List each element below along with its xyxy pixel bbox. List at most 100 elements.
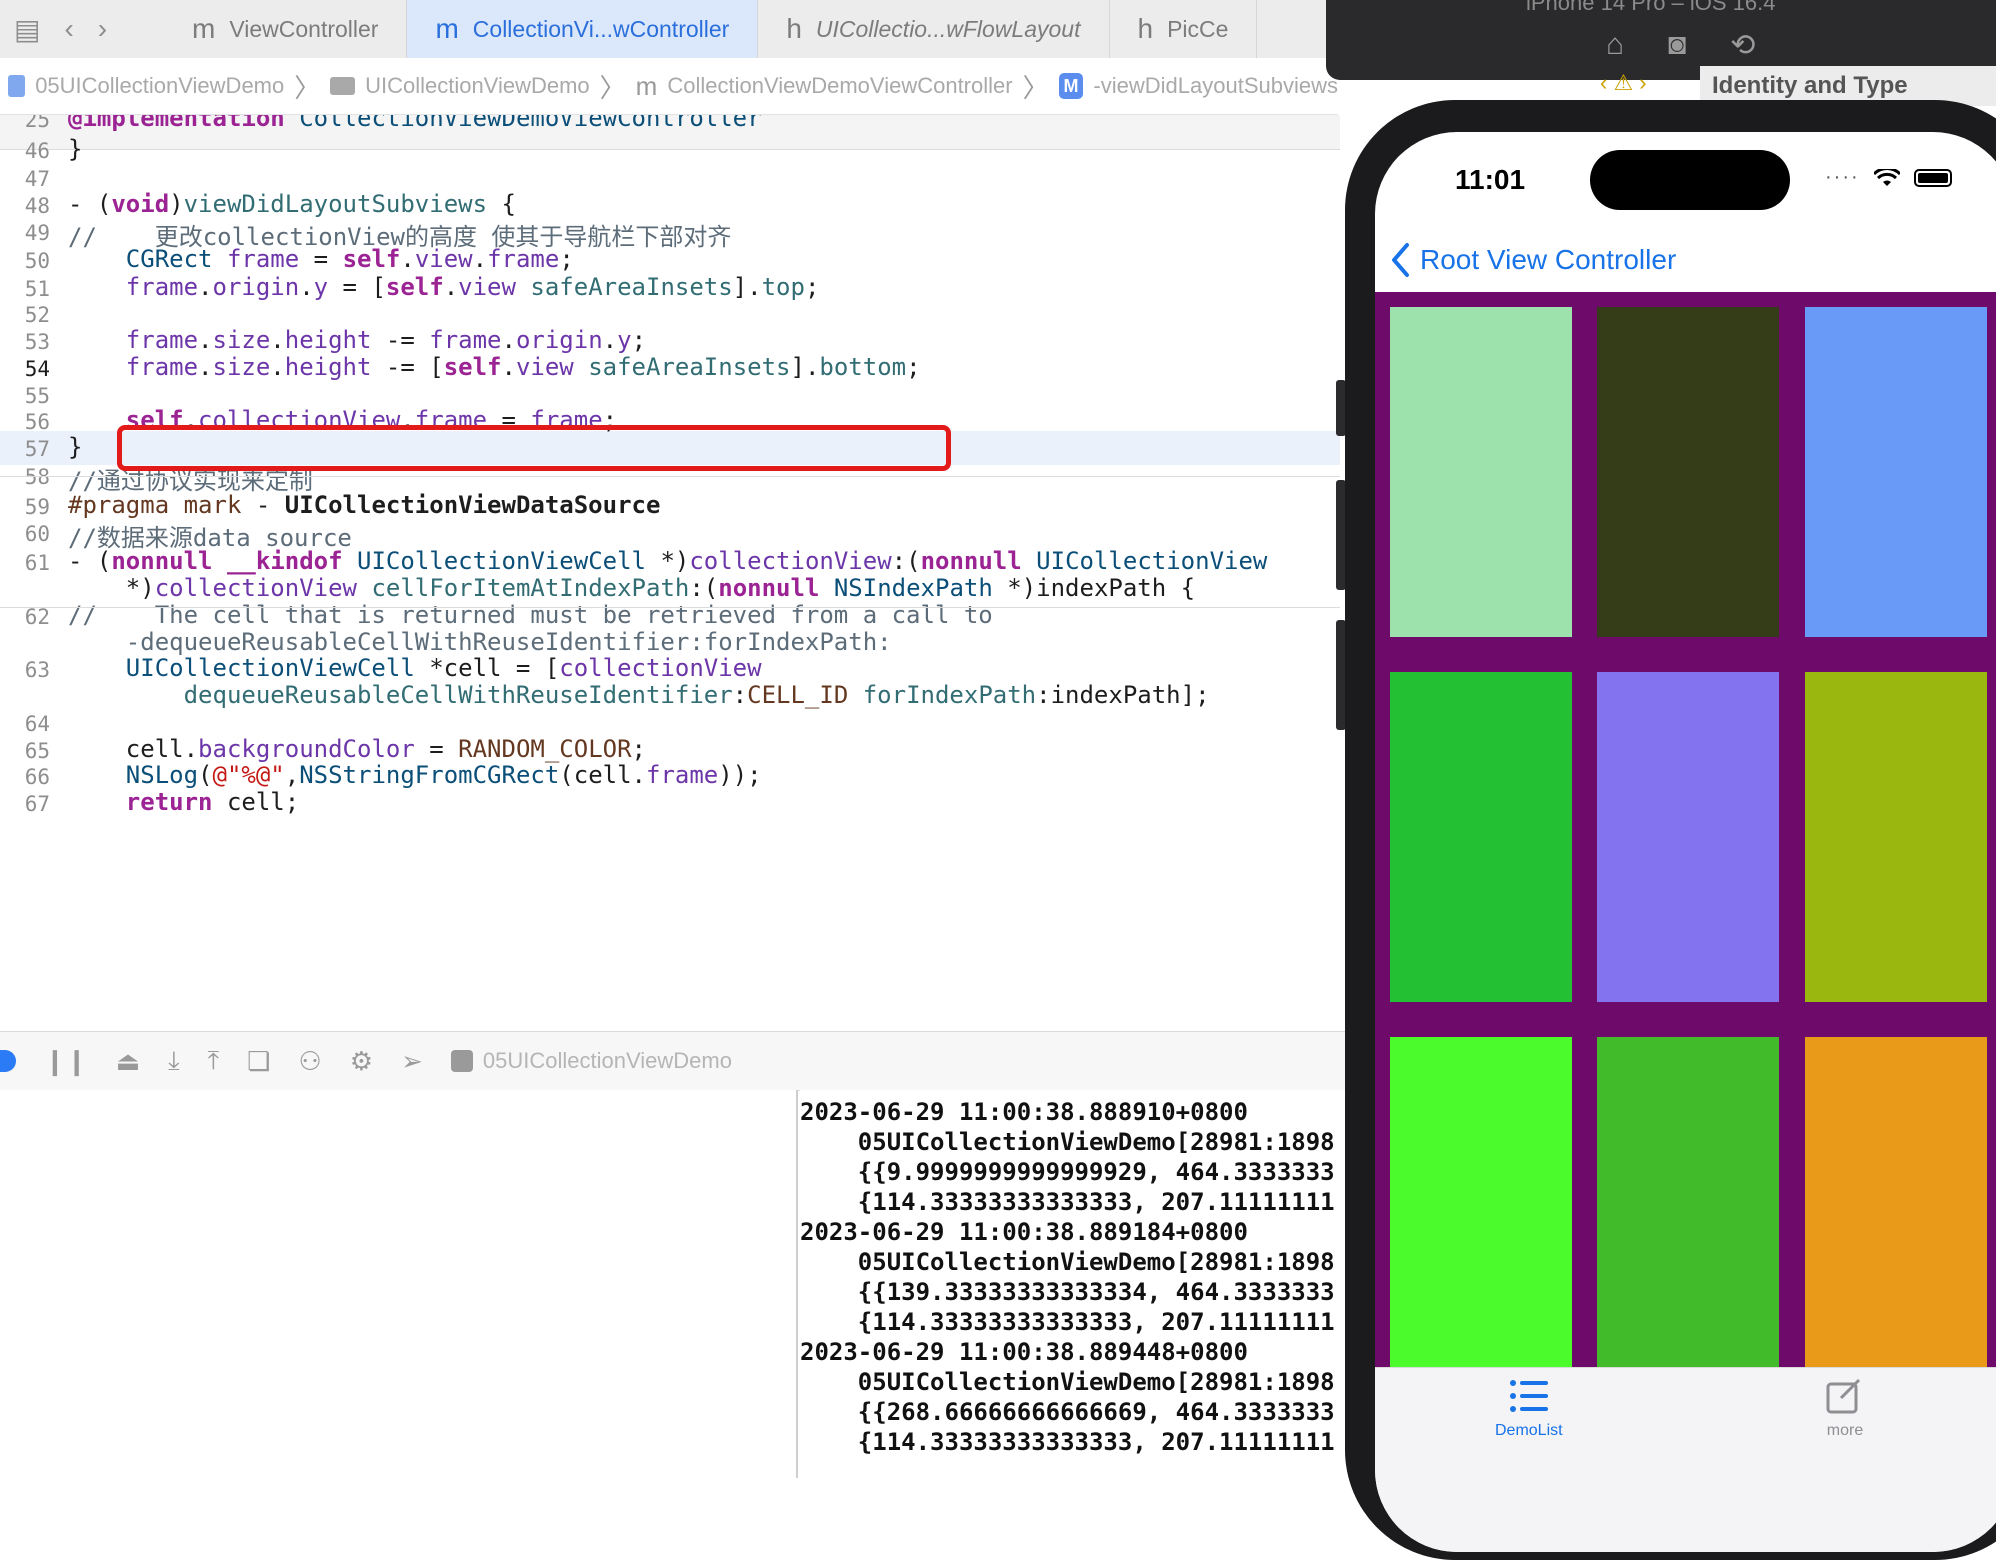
line-number: 25 bbox=[24, 115, 50, 132]
compose-icon bbox=[1826, 1378, 1861, 1414]
back-chevron-icon[interactable] bbox=[1389, 242, 1411, 278]
status-time: 11:01 bbox=[1455, 164, 1526, 195]
line-number: 46 bbox=[24, 139, 50, 163]
breadcrumb-group[interactable]: UICollectionViewDemo bbox=[365, 73, 590, 99]
code-line: - (void)viewDidLayoutSubviews { bbox=[68, 190, 516, 218]
code-line: } bbox=[68, 433, 83, 461]
navigation-bar: Root View Controller bbox=[1375, 232, 1996, 292]
collection-cell[interactable] bbox=[1390, 307, 1572, 637]
editor-tab-label: ViewController bbox=[229, 15, 379, 42]
code-line: -dequeueReusableCellWithReuseIdentifier:… bbox=[68, 628, 892, 656]
code-line: frame.size.height -= [self.view safeArea… bbox=[125, 353, 921, 381]
line-number: 53 bbox=[24, 330, 50, 354]
code-line: NSLog(@"%@",NSStringFromCGRect(cell.fram… bbox=[125, 761, 762, 789]
collection-view[interactable] bbox=[1375, 292, 1996, 1392]
tab-nav-buttons: ▤ ‹ › bbox=[0, 0, 164, 58]
editor-tab[interactable]: m ViewController bbox=[164, 0, 408, 58]
tab-demolist[interactable]: DemoList bbox=[1495, 1378, 1563, 1440]
code-editor[interactable]: 25 @implementation CollectionViewDemoView… bbox=[0, 115, 1340, 1030]
collection-cell[interactable] bbox=[1805, 307, 1987, 637]
editor-tab-label: UICollectio...wFlowLayout bbox=[815, 15, 1081, 42]
forward-icon[interactable]: › bbox=[98, 13, 107, 45]
console-line: 05UICollectionViewDemo[28981:1898 bbox=[800, 1368, 1335, 1396]
code-line: @implementation CollectionViewDemoViewCo… bbox=[68, 115, 762, 132]
editor-tab-label: CollectionVi...wController bbox=[472, 15, 730, 42]
step-over-icon[interactable]: ⏏ bbox=[116, 1046, 141, 1077]
code-line: cell.backgroundColor = RANDOM_COLOR; bbox=[68, 735, 646, 763]
step-into-icon[interactable]: ⤓ bbox=[168, 1045, 180, 1077]
breakpoints-toggle-icon[interactable] bbox=[0, 1050, 16, 1072]
line-number: 50 bbox=[24, 249, 50, 273]
scope-divider bbox=[0, 607, 1340, 608]
console-line: 05UICollectionViewDemo[28981:1898 bbox=[800, 1128, 1335, 1156]
console-output[interactable]: 2023-06-29 11:00:38.888910+0800 05UIColl… bbox=[800, 1090, 1360, 1478]
ios-tab-bar: DemoList more bbox=[1375, 1367, 1996, 1552]
breadcrumb-method[interactable]: -viewDidLayoutSubviews bbox=[1093, 73, 1338, 99]
editor-tab[interactable]: m CollectionVi...wController bbox=[407, 0, 759, 58]
debug-toolbar: ❙❙ ⏏ ⤓ ⤒ ❏ ⚇ ⚙ ➢ 05UICollectionViewDemo bbox=[0, 1031, 1350, 1091]
console-line: 2023-06-29 11:00:38.889184+0800 bbox=[800, 1218, 1248, 1246]
collection-cell[interactable] bbox=[1597, 307, 1779, 637]
editor-tab-label: PicCe bbox=[1167, 15, 1229, 42]
debug-scheme-label: 05UICollectionViewDemo bbox=[482, 1048, 732, 1073]
step-out-icon[interactable]: ⤒ bbox=[208, 1045, 220, 1077]
chevron-right-icon: 〉 bbox=[1022, 72, 1049, 103]
code-line: } bbox=[68, 135, 83, 163]
objc-file-icon: m bbox=[635, 70, 658, 101]
console-line: 05UICollectionViewDemo[28981:1898 bbox=[800, 1248, 1335, 1276]
line-number: 58 bbox=[24, 465, 50, 489]
console-line: {114.33333333333333, 207.11111111 bbox=[800, 1188, 1335, 1216]
sidebar-toggle-icon[interactable]: ▤ bbox=[14, 13, 40, 46]
collection-cell[interactable] bbox=[1390, 1037, 1572, 1367]
back-icon[interactable]: ‹ bbox=[64, 13, 73, 45]
breadcrumb-file[interactable]: CollectionViewDemoViewController bbox=[667, 73, 1012, 99]
rotate-icon[interactable]: ⟲ bbox=[1730, 28, 1755, 63]
breadcrumb: 05UICollectionViewDemo 〉 UICollectionVie… bbox=[0, 58, 1338, 115]
collection-cell[interactable] bbox=[1597, 672, 1779, 1002]
status-icons: ···· bbox=[1825, 166, 1952, 189]
dynamic-island bbox=[1590, 150, 1790, 210]
nav-back-button[interactable]: Root View Controller bbox=[1420, 244, 1676, 276]
battery-icon bbox=[1913, 168, 1952, 187]
debug-scheme: 05UICollectionViewDemo bbox=[450, 1048, 732, 1074]
folder-icon bbox=[330, 77, 356, 95]
code-line: CGRect frame = self.view.frame; bbox=[125, 245, 574, 273]
code-line: UICollectionViewCell *cell = [collection… bbox=[125, 654, 762, 682]
line-number: 67 bbox=[24, 792, 50, 816]
breadcrumb-project[interactable]: 05UICollectionViewDemo bbox=[35, 73, 284, 99]
line-number: 48 bbox=[24, 194, 50, 218]
line-number: 55 bbox=[24, 384, 50, 408]
line-number: 47 bbox=[24, 167, 50, 191]
collection-cell[interactable] bbox=[1390, 672, 1572, 1002]
editor-tab-bar: ▤ ‹ › m ViewController m CollectionVi...wCo… bbox=[0, 0, 1330, 59]
editor-tab[interactable]: h UICollectio...wFlowLayout bbox=[758, 0, 1110, 58]
code-line: return cell; bbox=[125, 788, 300, 816]
collection-cell[interactable] bbox=[1597, 1037, 1779, 1367]
location-icon[interactable]: ➢ bbox=[401, 1046, 423, 1077]
console-line: {{9.9999999999999929, 464.3333333 bbox=[800, 1158, 1335, 1186]
memory-graph-icon[interactable]: ⚇ bbox=[298, 1046, 321, 1077]
line-number: 54 bbox=[24, 357, 50, 381]
phone-screen: 11:01 ···· Root View Controller DemoList bbox=[1375, 132, 1996, 1552]
warning-icon[interactable]: ‹ ⚠ › bbox=[1600, 70, 1647, 96]
line-number: 49 bbox=[24, 221, 50, 245]
collection-cell[interactable] bbox=[1805, 1037, 1987, 1367]
pause-icon[interactable]: ❙❙ bbox=[44, 1046, 88, 1077]
line-number: 56 bbox=[24, 410, 50, 434]
screenshot-icon[interactable]: ◙ bbox=[1668, 28, 1686, 63]
variables-view[interactable] bbox=[0, 1090, 798, 1478]
home-icon[interactable]: ⌂ bbox=[1606, 28, 1624, 63]
code-line: *)collectionView cellForItemAtIndexPath:… bbox=[68, 574, 1196, 602]
environment-overrides-icon[interactable]: ⚙ bbox=[350, 1046, 373, 1077]
code-line: - (nonnull __kindof UICollectionViewCell… bbox=[68, 547, 1268, 575]
console-line: {{139.33333333333334, 464.3333333 bbox=[800, 1278, 1335, 1306]
view-hierarchy-icon[interactable]: ❏ bbox=[247, 1046, 270, 1077]
signal-icon: ···· bbox=[1825, 166, 1860, 188]
collection-cell[interactable] bbox=[1805, 672, 1987, 1002]
chevron-right-icon: 〉 bbox=[294, 72, 321, 103]
tab-more[interactable]: more bbox=[1825, 1378, 1865, 1440]
line-number: 65 bbox=[24, 739, 50, 763]
line-number: 60 bbox=[24, 522, 50, 546]
editor-tab[interactable]: h PicCe bbox=[1110, 0, 1258, 58]
app-icon bbox=[450, 1050, 473, 1072]
